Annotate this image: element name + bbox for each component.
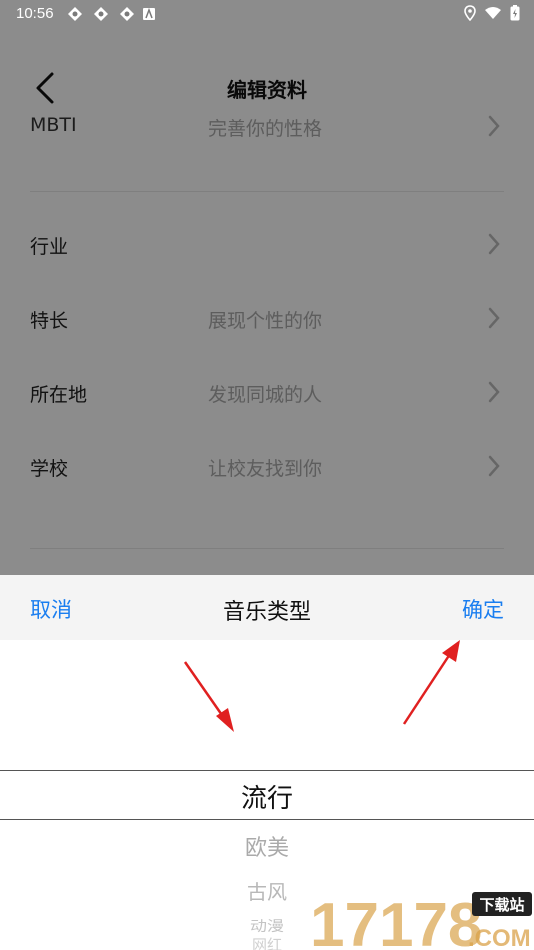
watermark-number: 17178 — [310, 891, 482, 950]
arrow-to-confirm — [402, 640, 460, 725]
annotation-arrows — [183, 640, 460, 732]
watermark-badge: 下载站 — [479, 896, 524, 914]
watermark-logo: 17178 下载站 .COM — [310, 891, 532, 950]
watermark-domain: .COM — [468, 925, 531, 950]
arrow-to-picker — [183, 661, 234, 732]
edit-profile-screen: 编辑资料 MBTI 完善你的性格 行业 特长 展现个性的你 所在地 发现同城的人… — [0, 0, 534, 950]
